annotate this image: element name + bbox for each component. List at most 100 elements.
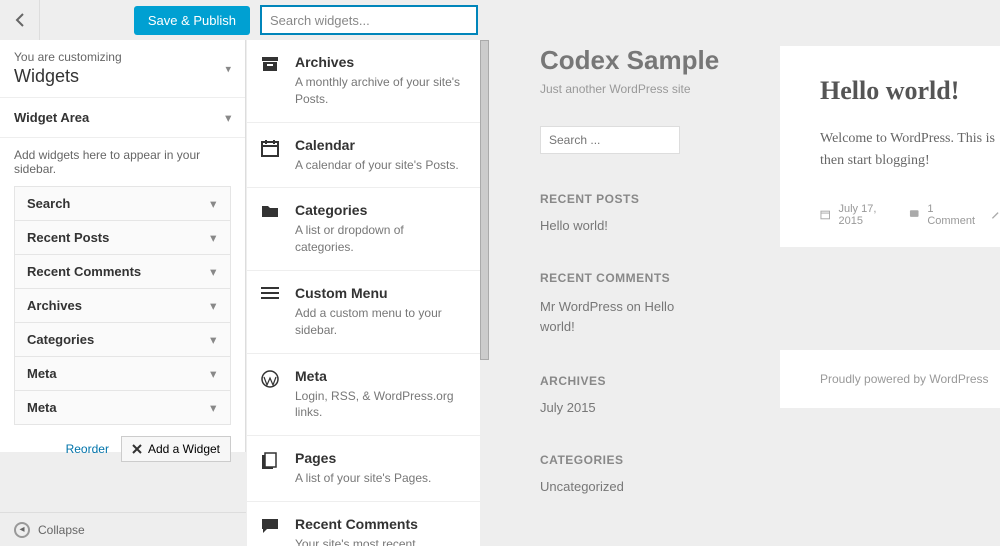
post-date: July 17, 2015: [838, 203, 900, 227]
widget-row-label: Recent Comments: [27, 264, 141, 279]
widget-row-label: Categories: [27, 332, 94, 347]
available-widget-title: Custom Menu: [295, 285, 464, 301]
chevron-down-icon: ▾: [210, 265, 216, 278]
folder-icon: [261, 202, 281, 256]
section-title: Widget Area: [14, 110, 89, 125]
categories-heading: CATEGORIES: [540, 453, 1000, 467]
post-meta: July 17, 2015 1 Comment: [820, 203, 1000, 227]
post-body: Welcome to WordPress. This is then start…: [820, 128, 1000, 173]
available-widget-title: Meta: [295, 368, 464, 384]
active-widget-list: Search▾Recent Posts▾Recent Comments▾Arch…: [0, 186, 245, 425]
available-widget-item[interactable]: Calendar A calendar of your site's Posts.: [247, 123, 480, 189]
widget-row-label: Meta: [27, 366, 57, 381]
available-widget-text: Recent Comments Your site's most recent c…: [295, 516, 464, 546]
scrollbar[interactable]: [480, 40, 489, 360]
available-widget-item[interactable]: Custom Menu Add a custom menu to your sid…: [247, 271, 480, 354]
chevron-down-icon: ▾: [225, 62, 231, 75]
recent-comments-heading: RECENT COMMENTS: [540, 271, 1000, 285]
available-widget-desc: Your site's most recent comments.: [295, 536, 464, 546]
available-widget-title: Pages: [295, 450, 431, 466]
chevron-down-icon: ▾: [225, 111, 231, 124]
available-widget-title: Categories: [295, 202, 464, 218]
menu-icon: [261, 285, 281, 339]
panel-title: Widgets: [14, 66, 231, 87]
widget-row[interactable]: Meta ▾: [14, 390, 231, 425]
comment-icon: [261, 516, 281, 546]
widget-search-input[interactable]: [260, 5, 478, 35]
collapse-icon: ◂: [14, 522, 30, 538]
panel-subtitle: You are customizing: [14, 50, 231, 64]
widget-row[interactable]: Recent Posts ▾: [14, 220, 231, 255]
footer-text[interactable]: Proudly powered by WordPress: [820, 372, 989, 386]
comment-on-text: on: [626, 299, 640, 314]
customizer-topbar: Save & Publish: [0, 0, 495, 40]
post-title[interactable]: Hello world!: [820, 76, 1000, 106]
available-widget-desc: Add a custom menu to your sidebar.: [295, 305, 464, 339]
available-widget-text: Meta Login, RSS, & WordPress.org links.: [295, 368, 464, 422]
available-widget-item[interactable]: Recent Comments Your site's most recent c…: [247, 502, 480, 546]
comment-author[interactable]: Mr WordPress: [540, 299, 623, 314]
preview-search-input[interactable]: [540, 126, 680, 154]
reorder-button[interactable]: Reorder: [66, 442, 109, 456]
panel-header[interactable]: You are customizing Widgets ▾: [0, 40, 245, 98]
widget-search-wrapper: [260, 5, 478, 35]
widget-row[interactable]: Search ▾: [14, 186, 231, 221]
add-widget-label: Add a Widget: [148, 442, 220, 456]
chevron-down-icon: ▾: [210, 333, 216, 346]
available-widget-title: Recent Comments: [295, 516, 464, 532]
section-description: Add widgets here to appear in your sideb…: [0, 138, 245, 186]
save-publish-button[interactable]: Save & Publish: [134, 6, 250, 35]
available-widgets-panel[interactable]: Archives A monthly archive of your site's…: [246, 40, 480, 546]
available-widget-item[interactable]: Archives A monthly archive of your site's…: [247, 40, 480, 123]
pages-icon: [261, 450, 281, 487]
customizer-sidebar: You are customizing Widgets ▾ Widget Are…: [0, 40, 246, 452]
widget-row-label: Archives: [27, 298, 82, 313]
chevron-down-icon: ▾: [210, 367, 216, 380]
available-widget-text: Calendar A calendar of your site's Posts.: [295, 137, 459, 174]
collapse-sidebar-button[interactable]: ◂ Collapse: [0, 512, 246, 546]
widget-row-label: Recent Posts: [27, 230, 109, 245]
comment-icon: [909, 209, 919, 220]
collapse-label: Collapse: [38, 523, 85, 537]
edit-icon: [990, 209, 1000, 220]
chevron-left-icon: [15, 13, 25, 27]
wp-icon: [261, 368, 281, 422]
archive-icon: [261, 54, 281, 108]
available-widget-title: Calendar: [295, 137, 459, 153]
back-button[interactable]: [0, 0, 40, 40]
available-widget-desc: A list or dropdown of categories.: [295, 222, 464, 256]
widget-row-label: Meta: [27, 400, 57, 415]
widget-actions: Reorder Add a Widget: [0, 424, 245, 474]
post-comments-link[interactable]: 1 Comment: [927, 203, 981, 227]
post-card: Hello world! Welcome to WordPress. This …: [780, 46, 1000, 247]
available-widget-desc: A calendar of your site's Posts.: [295, 157, 459, 174]
widget-row[interactable]: Recent Comments ▾: [14, 254, 231, 289]
chevron-down-icon: ▾: [210, 197, 216, 210]
available-widget-text: Custom Menu Add a custom menu to your sid…: [295, 285, 464, 339]
chevron-down-icon: ▾: [210, 299, 216, 312]
available-widget-desc: A list of your site's Pages.: [295, 470, 431, 487]
preview-footer: Proudly powered by WordPress: [780, 350, 1000, 408]
widget-row[interactable]: Categories ▾: [14, 322, 231, 357]
add-widget-button[interactable]: Add a Widget: [121, 436, 231, 462]
available-widget-desc: Login, RSS, & WordPress.org links.: [295, 388, 464, 422]
chevron-down-icon: ▾: [210, 231, 216, 244]
available-widget-item[interactable]: Meta Login, RSS, & WordPress.org links.: [247, 354, 480, 437]
close-icon: [132, 444, 142, 454]
available-widget-text: Categories A list or dropdown of categori…: [295, 202, 464, 256]
available-widget-item[interactable]: Categories A list or dropdown of categori…: [247, 188, 480, 271]
calendar-icon: [261, 137, 281, 174]
available-widget-desc: A monthly archive of your site's Posts.: [295, 74, 464, 108]
widget-row[interactable]: Meta ▾: [14, 356, 231, 391]
calendar-icon: [820, 209, 830, 220]
section-header[interactable]: Widget Area ▾: [0, 98, 245, 138]
widget-row-label: Search: [27, 196, 70, 211]
available-widget-title: Archives: [295, 54, 464, 70]
available-widget-text: Pages A list of your site's Pages.: [295, 450, 431, 487]
chevron-down-icon: ▾: [210, 401, 216, 414]
category-link[interactable]: Uncategorized: [540, 479, 1000, 494]
available-widget-item[interactable]: Pages A list of your site's Pages.: [247, 436, 480, 502]
widget-row[interactable]: Archives ▾: [14, 288, 231, 323]
recent-comment-item: Mr WordPress on Hello world!: [540, 297, 680, 336]
available-widget-text: Archives A monthly archive of your site's…: [295, 54, 464, 108]
